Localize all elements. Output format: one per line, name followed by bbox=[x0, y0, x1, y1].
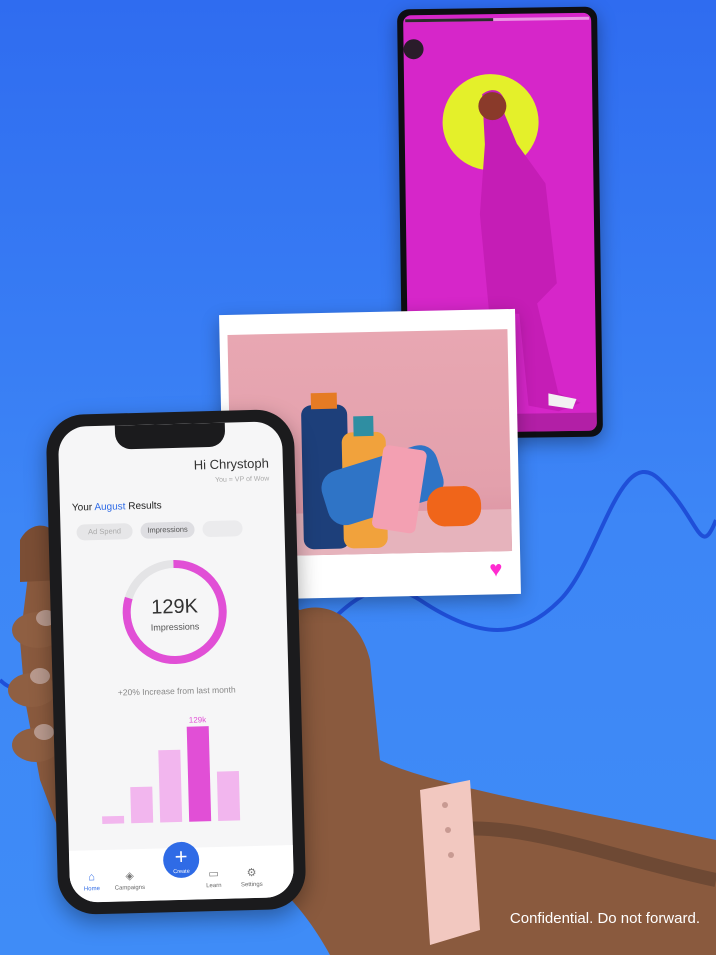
home-icon: ⌂ bbox=[88, 871, 96, 884]
confidential-notice: Confidential. Do not forward. bbox=[509, 910, 700, 927]
tab-more[interactable] bbox=[202, 520, 243, 538]
app-screen: Hi Chrystoph You = VP of Wow Your August… bbox=[57, 421, 295, 903]
nav-home-label: Home bbox=[83, 886, 100, 893]
nav-campaigns[interactable]: ◈ Campaigns bbox=[109, 869, 150, 892]
heart-icon[interactable]: ♥ bbox=[489, 556, 503, 582]
bar-peak-label: 129k bbox=[189, 715, 208, 724]
results-month-link[interactable]: August bbox=[94, 501, 125, 513]
increase-text: +20% Increase from last month bbox=[117, 684, 236, 698]
nav-learn-label: Learn bbox=[206, 882, 222, 890]
role-text: You = VP of Wow bbox=[214, 475, 270, 484]
results-prefix: Your bbox=[71, 502, 93, 514]
bar-2 bbox=[158, 749, 183, 823]
bottom-nav: ⌂ Home ◈ Campaigns + Create ▭ Learn ⚙ Se… bbox=[68, 841, 295, 903]
greeting-text: Hi Chrystoph bbox=[193, 455, 270, 473]
bar-4 bbox=[216, 770, 241, 821]
bar-0 bbox=[102, 815, 125, 824]
bar-1 bbox=[130, 786, 154, 824]
nav-settings[interactable]: ⚙ Settings bbox=[231, 866, 272, 889]
watch-band bbox=[420, 780, 480, 945]
results-heading: Your August Results bbox=[72, 500, 162, 513]
layers-icon: ◈ bbox=[125, 870, 134, 883]
bar-3 bbox=[186, 726, 212, 822]
results-bar-chart: 129k bbox=[102, 715, 241, 824]
tab-ad-spend[interactable]: Ad Spend bbox=[76, 523, 133, 541]
nav-learn[interactable]: ▭ Learn bbox=[193, 867, 234, 890]
tab-impressions[interactable]: Impressions bbox=[140, 521, 195, 539]
metric-value: 129K bbox=[150, 595, 199, 619]
nav-home[interactable]: ⌂ Home bbox=[71, 871, 112, 893]
nav-campaigns-label: Campaigns bbox=[114, 884, 146, 892]
book-icon: ▭ bbox=[208, 867, 219, 881]
results-suffix: Results bbox=[128, 500, 162, 513]
phone-device: Hi Chrystoph You = VP of Wow Your August… bbox=[45, 408, 307, 916]
nav-settings-label: Settings bbox=[240, 881, 263, 889]
phone-notch bbox=[114, 422, 226, 450]
gear-icon: ⚙ bbox=[246, 866, 257, 880]
